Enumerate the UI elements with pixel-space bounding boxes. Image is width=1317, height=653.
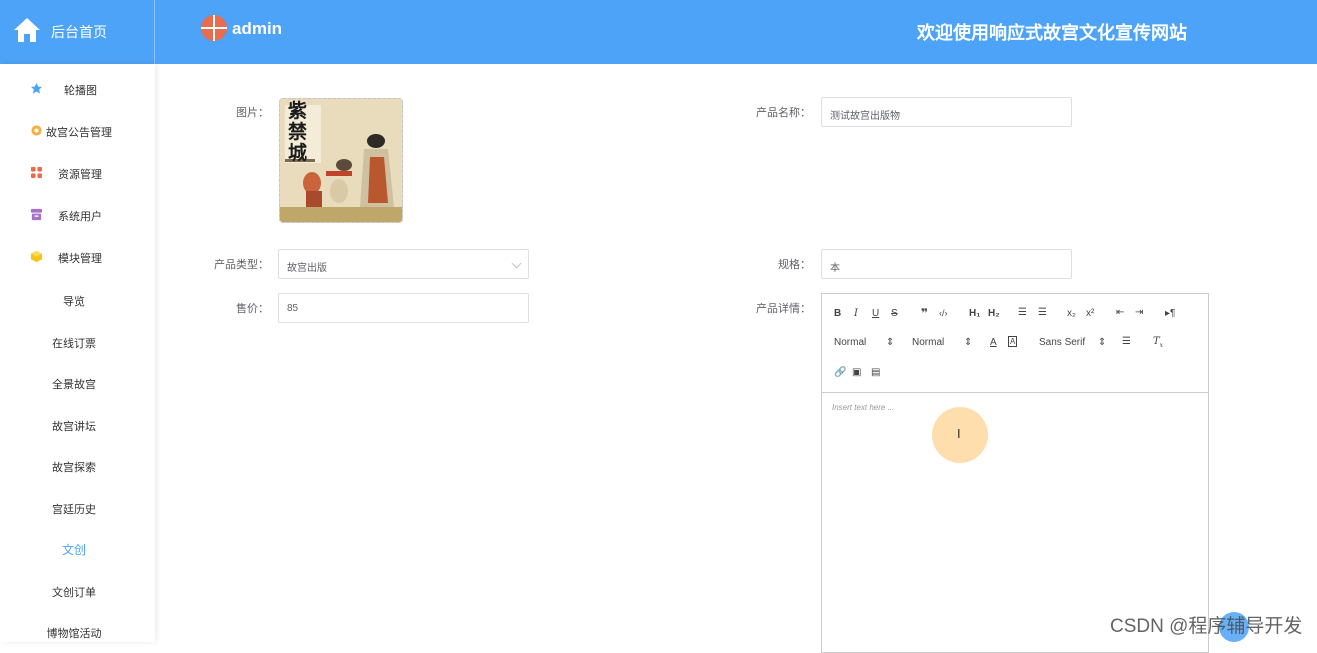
submenu-item-panorama[interactable]: 全景故宫 xyxy=(0,376,148,392)
clear-format-icon[interactable]: Tx xyxy=(1153,336,1163,349)
sidebar-item-users[interactable]: 系统用户 xyxy=(0,200,155,230)
submenu-item-history[interactable]: 宫廷历史 xyxy=(0,501,148,517)
spec-input[interactable]: 本 xyxy=(821,249,1072,279)
price-input[interactable]: 85 xyxy=(278,293,529,323)
sidebar: 轮播图 故宫公告管理 资源管理 系统用户 模块管理 导览 在线订票 全景故宫 故… xyxy=(0,64,155,642)
product-type-select[interactable]: 故宫出版 xyxy=(278,249,529,279)
sidebar-item-label: 资源管理 xyxy=(58,169,102,181)
editor-placeholder: Insert text here ... xyxy=(832,403,895,412)
product-name-label: 产品名称： xyxy=(756,107,811,119)
home-link[interactable]: 后台首页 xyxy=(0,0,155,64)
submenu-item-creative[interactable]: 文创 xyxy=(0,541,148,558)
star-icon xyxy=(30,82,43,94)
ordered-list-icon[interactable]: ☰ xyxy=(1018,307,1027,318)
grid-icon xyxy=(30,166,43,179)
user-box-icon xyxy=(30,208,43,221)
updown-icon: ⇕ xyxy=(964,337,973,348)
submenu-item-tickets[interactable]: 在线订票 xyxy=(0,335,148,351)
size-select[interactable]: Normal ⇕ xyxy=(912,337,972,348)
cursor-highlight: I xyxy=(932,407,988,463)
product-detail-label: 产品详情： xyxy=(756,303,811,315)
sidebar-item-carousel[interactable]: 轮播图 xyxy=(0,74,155,104)
avatar[interactable] xyxy=(201,15,227,41)
home-label: 后台首页 xyxy=(51,24,107,40)
underline-icon[interactable]: U xyxy=(872,308,879,319)
submenu-item-explore[interactable]: 故宫探索 xyxy=(0,459,148,475)
bullet-list-icon[interactable]: ☰ xyxy=(1038,307,1047,318)
sidebar-item-label: 故宫公告管理 xyxy=(46,127,112,139)
price-value: 85 xyxy=(287,303,299,314)
product-name-value: 测试故宫出版物 xyxy=(830,111,900,122)
align-icon[interactable]: ☰ xyxy=(1122,336,1131,347)
indent-icon[interactable]: ⇥ xyxy=(1135,307,1143,318)
image-label: 图片： xyxy=(236,107,269,119)
submenu-item-guide[interactable]: 导览 xyxy=(0,293,148,309)
subscript-icon[interactable]: x₂ xyxy=(1067,308,1076,319)
bold-icon[interactable]: B xyxy=(834,308,841,319)
user-name[interactable]: admin xyxy=(232,19,282,39)
header2-icon[interactable]: H₂ xyxy=(988,308,1000,319)
spec-value: 本 xyxy=(830,263,840,274)
text-color-icon[interactable]: A xyxy=(990,337,997,348)
sidebar-item-label: 系统用户 xyxy=(58,211,102,223)
submenu-item-creative-orders[interactable]: 文创订单 xyxy=(0,584,148,600)
font-select-value: Sans Serif xyxy=(1039,337,1086,348)
updown-icon: ⇕ xyxy=(886,337,895,348)
video-icon[interactable]: ▤ xyxy=(871,367,880,378)
strike-icon[interactable]: S xyxy=(891,308,898,319)
header-select-value: Normal xyxy=(834,337,867,348)
code-icon[interactable]: ‹/› xyxy=(939,308,948,318)
product-type-value: 故宫出版 xyxy=(287,263,327,274)
site-title: 欢迎使用响应式故宫文化宣传网站 xyxy=(917,23,1187,43)
spec-label: 规格： xyxy=(778,259,811,271)
price-label: 售价： xyxy=(236,303,269,315)
sidebar-item-modules[interactable]: 模块管理 xyxy=(0,242,155,272)
cube-icon xyxy=(30,250,43,263)
header-select[interactable]: Normal ⇕ xyxy=(834,337,894,348)
text-cursor-icon: I xyxy=(957,426,961,441)
sidebar-item-resources[interactable]: 资源管理 xyxy=(0,158,155,188)
outdent-icon[interactable]: ⇤ xyxy=(1116,307,1124,318)
sidebar-item-label: 轮播图 xyxy=(64,85,97,97)
font-select[interactable]: Sans Serif ⇕ xyxy=(1039,337,1109,348)
watermark: CSDN @程序辅导开发 xyxy=(1110,616,1303,637)
link-icon[interactable]: 🔗 xyxy=(834,367,846,378)
sidebar-item-label: 模块管理 xyxy=(58,253,102,265)
italic-icon[interactable]: I xyxy=(854,308,858,319)
editor-toolbar: B I U S ❞ ‹/› H₁ H₂ ☰ ☰ x₂ x² ⇤ ⇥ ▸¶ Nor… xyxy=(822,294,1208,393)
chevron-down-icon xyxy=(511,258,522,269)
cover-title: 紫禁城 xyxy=(288,100,309,164)
product-image-upload[interactable]: 紫禁城 xyxy=(279,98,403,223)
submenu-item-lecture[interactable]: 故宫讲坛 xyxy=(0,418,148,434)
size-select-value: Normal xyxy=(912,337,945,348)
product-type-label: 产品类型： xyxy=(214,259,269,271)
sidebar-item-notice[interactable]: 故宫公告管理 xyxy=(0,116,155,146)
top-header: 后台首页 admin 欢迎使用响应式故宫文化宣传网站 xyxy=(0,0,1317,64)
updown-icon: ⇕ xyxy=(1098,337,1107,348)
gear-icon xyxy=(31,125,42,136)
home-icon xyxy=(14,18,40,42)
superscript-icon[interactable]: x² xyxy=(1086,308,1094,319)
blockquote-icon[interactable]: ❞ xyxy=(921,306,928,320)
rich-text-editor: B I U S ❞ ‹/› H₁ H₂ ☰ ☰ x₂ x² ⇤ ⇥ ▸¶ Nor… xyxy=(821,293,1209,653)
header1-icon[interactable]: H₁ xyxy=(969,308,980,319)
image-icon[interactable]: ▣ xyxy=(852,367,861,378)
direction-icon[interactable]: ▸¶ xyxy=(1165,308,1175,319)
submenu-item-museum-events[interactable]: 博物馆活动 xyxy=(0,625,148,641)
product-name-input[interactable]: 测试故宫出版物 xyxy=(821,97,1072,127)
background-color-icon[interactable]: A xyxy=(1008,336,1018,347)
